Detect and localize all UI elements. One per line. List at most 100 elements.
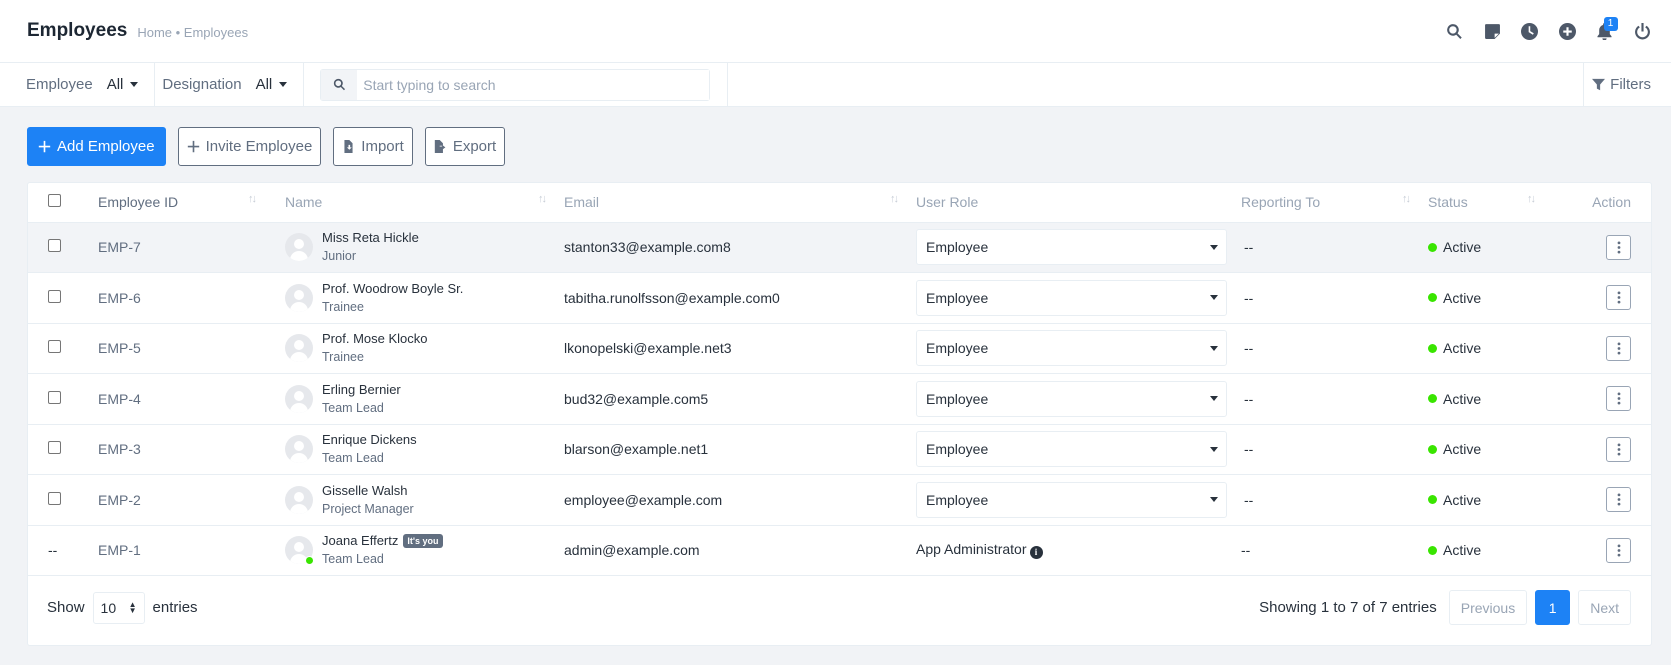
online-status-dot <box>305 556 314 566</box>
row-checkbox[interactable] <box>48 390 61 404</box>
row-checkbox[interactable] <box>48 239 61 253</box>
top-bar: Employees Home • Employees 1 <box>0 0 1671 63</box>
caret-down-icon <box>1210 446 1218 452</box>
name-cell: Prof. Woodrow Boyle Sr. Trainee <box>285 272 564 324</box>
action-cell <box>1573 222 1651 273</box>
bell-icon[interactable]: 1 <box>1586 12 1624 52</box>
add-employee-button[interactable]: Add Employee <box>27 127 166 166</box>
user-role-select[interactable]: Employee <box>916 380 1227 417</box>
designation-filter-dropdown[interactable]: All <box>256 76 288 93</box>
reporting-to: -- <box>1241 474 1428 526</box>
sort-icon: ↑↓ <box>1527 193 1536 205</box>
clock-icon[interactable] <box>1511 12 1549 52</box>
power-icon[interactable] <box>1624 12 1662 52</box>
reporting-to: -- <box>1241 525 1428 576</box>
row-check-cell <box>28 222 98 273</box>
its-you-badge: It's you <box>403 534 443 549</box>
row-action-menu-button[interactable] <box>1606 386 1631 412</box>
action-cell <box>1573 373 1651 425</box>
filters-label: Filters <box>1610 76 1651 93</box>
col-status[interactable]: Status ↑↓ <box>1428 183 1573 223</box>
filters-button[interactable]: Filters <box>1583 63 1671 106</box>
row-action-menu-button[interactable] <box>1606 285 1631 311</box>
export-button[interactable]: Export <box>424 127 506 166</box>
export-label: Export <box>452 138 497 155</box>
reporting-to-value: -- <box>1244 289 1254 306</box>
previous-page-button[interactable]: Previous <box>1448 590 1528 625</box>
avatar[interactable] <box>285 283 313 312</box>
user-role-value: Employee <box>926 340 989 357</box>
avatar[interactable] <box>285 334 313 363</box>
row-action-menu-button[interactable] <box>1606 335 1631 361</box>
employee-name[interactable]: Erling Bernier <box>322 381 401 399</box>
import-button[interactable]: Import <box>333 127 413 166</box>
row-action-menu-button[interactable] <box>1606 436 1631 462</box>
avatar[interactable] <box>285 384 313 413</box>
page-1-button[interactable]: 1 <box>1535 590 1571 625</box>
table-row: EMP-4 Erling Bernier Team Lead bud32@exampl… <box>28 373 1651 425</box>
reporting-to-value: -- <box>1244 441 1254 458</box>
user-role-select[interactable]: Employee <box>916 229 1227 266</box>
search-icon[interactable] <box>1436 12 1474 52</box>
ellipsis-vertical-icon <box>1617 241 1620 254</box>
name-cell: Miss Reta Hickle Junior <box>285 222 564 273</box>
select-all-checkbox[interactable] <box>48 194 61 208</box>
col-employee-id[interactable]: Employee ID ↑↓ <box>98 183 285 223</box>
search-input[interactable] <box>357 69 710 100</box>
employee-name[interactable]: Enrique Dickens <box>322 431 417 449</box>
caret-down-icon <box>1210 396 1218 402</box>
action-cell <box>1573 272 1651 324</box>
col-email[interactable]: Email ↑↓ <box>564 183 916 223</box>
add-circle-icon[interactable] <box>1549 12 1587 52</box>
employee-filter-label: Employee <box>26 76 93 93</box>
table-header-row: Employee ID ↑↓ Name ↑↓ Email ↑↓ User Role R… <box>28 183 1651 223</box>
add-employee-label: Add Employee <box>57 138 155 155</box>
user-role-select[interactable]: Employee <box>916 481 1227 518</box>
status-text: Active <box>1443 390 1482 407</box>
employee-designation: Trainee <box>322 299 364 314</box>
breadcrumb[interactable]: Home • Employees <box>137 25 248 40</box>
row-action-menu-button[interactable] <box>1606 234 1631 260</box>
info-icon[interactable]: i <box>1029 546 1043 560</box>
invite-employee-button[interactable]: Invite Employee <box>177 127 322 166</box>
employee-name[interactable]: Miss Reta Hickle <box>322 229 419 247</box>
table-info: Showing 1 to 7 of 7 entries <box>1259 599 1437 616</box>
avatar[interactable] <box>285 485 313 514</box>
page-title: Employees <box>27 20 128 41</box>
name-cell: Erling Bernier Team Lead <box>285 373 564 425</box>
user-role-value: Employee <box>926 441 989 458</box>
row-checkbox[interactable] <box>48 289 61 303</box>
employee-name[interactable]: Prof. Mose Klocko <box>322 330 428 348</box>
row-checkbox[interactable] <box>48 491 61 505</box>
row-check-placeholder: -- <box>28 525 98 576</box>
next-page-button[interactable]: Next <box>1578 590 1631 625</box>
table-row: EMP-2 Gisselle Walsh Project Manager employ… <box>28 474 1651 526</box>
employee-filter-dropdown[interactable]: All <box>107 76 139 93</box>
avatar[interactable] <box>285 536 314 566</box>
sticky-note-icon[interactable] <box>1474 12 1512 52</box>
user-role-select[interactable]: Employee <box>916 279 1227 316</box>
table-row: EMP-7 Miss Reta Hickle Junior stanton33@exa… <box>28 222 1651 273</box>
employee-name[interactable]: Prof. Woodrow Boyle Sr. <box>322 280 463 298</box>
employee-email: stanton33@example.com8 <box>564 222 916 273</box>
col-name[interactable]: Name ↑↓ <box>285 183 564 223</box>
status-cell: Active <box>1428 222 1573 273</box>
row-action-menu-button[interactable] <box>1606 537 1631 563</box>
user-role-select[interactable]: Employee <box>916 330 1227 367</box>
avatar[interactable] <box>285 233 313 262</box>
employee-name[interactable]: Joana Effertz <box>322 533 398 548</box>
user-role-select[interactable]: Employee <box>916 431 1227 468</box>
status-dot <box>1428 242 1437 252</box>
avatar[interactable] <box>285 435 313 464</box>
show-label: Show <box>47 599 85 616</box>
row-checkbox[interactable] <box>48 340 61 354</box>
reporting-to-value: -- <box>1244 239 1254 256</box>
row-action-menu-button[interactable] <box>1606 487 1631 513</box>
row-checkbox[interactable] <box>48 441 61 455</box>
caret-down-icon <box>130 82 139 87</box>
employee-name[interactable]: Gisselle Walsh <box>322 482 414 500</box>
page-length-select[interactable]: 10 ▲ ▼ <box>92 591 145 624</box>
status-text: Active <box>1443 491 1482 508</box>
row-check-cell <box>28 373 98 425</box>
col-reporting-to[interactable]: Reporting To ↑↓ <box>1241 183 1428 223</box>
